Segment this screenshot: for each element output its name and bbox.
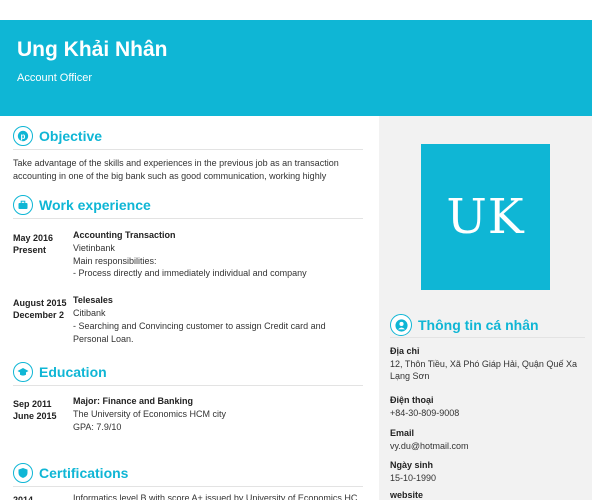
work-position: Telesales — [73, 295, 113, 305]
address-label: Địa chỉ — [390, 346, 420, 356]
education-date-end: June 2015 — [13, 411, 57, 421]
email-value: vy.du@hotmail.com — [390, 441, 469, 451]
objective-line-1: Take advantage of the skills and experie… — [13, 158, 339, 168]
education-heading: Education — [13, 362, 107, 382]
divider — [13, 149, 363, 150]
work-company: Citibank — [73, 308, 106, 318]
candidate-name: Ung Khải Nhân — [17, 38, 168, 61]
briefcase-icon — [13, 195, 33, 215]
pinterest-icon: p — [13, 126, 33, 146]
objective-title: Objective — [39, 128, 103, 144]
svg-text:p: p — [21, 132, 26, 141]
divider — [13, 218, 363, 219]
education-major: Major: Finance and Banking — [73, 396, 194, 406]
education-date-start: Sep 2011 — [13, 399, 52, 409]
email-label: Email — [390, 428, 415, 438]
certifications-heading: Certifications — [13, 463, 128, 483]
work-date-start: May 2016 — [13, 233, 54, 243]
divider — [13, 486, 363, 487]
shield-icon — [13, 463, 33, 483]
education-title: Education — [39, 364, 107, 380]
dob-label: Ngày sinh — [390, 460, 434, 470]
work-desc-line: - Process directly and immediately indiv… — [73, 268, 307, 278]
graduation-cap-icon — [13, 362, 33, 382]
phone-value: +84-30-809-9008 — [390, 408, 460, 418]
certifications-title: Certifications — [39, 465, 129, 481]
work-position: Accounting Transaction — [73, 230, 176, 240]
avatar: UK — [421, 144, 550, 290]
phone-label: Điện thoại — [390, 395, 434, 405]
personal-info-title: Thông tin cá nhân — [418, 317, 539, 333]
work-title: Work experience — [39, 197, 151, 213]
address-value-2: Lạng Sơn — [390, 371, 430, 381]
objective-heading: p Objective — [13, 126, 102, 146]
divider — [13, 385, 363, 386]
certification-date: 2014 — [13, 495, 34, 500]
dob-value: 15-10-1990 — [390, 473, 437, 483]
work-heading: Work experience — [13, 195, 151, 215]
work-desc-line: Personal Loan. — [73, 334, 134, 344]
work-date-end: December 2 — [13, 310, 65, 320]
work-date-start: August 2015 — [13, 298, 67, 308]
resume-header: Ung Khải Nhân Account Officer — [0, 20, 592, 116]
website-label: website — [390, 490, 424, 500]
work-company: Vietinbank — [73, 243, 115, 253]
personal-info-heading: Thông tin cá nhân — [390, 314, 539, 336]
candidate-role: Account Officer — [17, 72, 92, 84]
work-date-end: Present — [13, 245, 47, 255]
work-desc-line: - Searching and Convincing customer to a… — [73, 321, 326, 331]
user-icon — [390, 314, 412, 336]
certification-text: Informatics level B with score A+ issued… — [73, 493, 358, 500]
divider — [390, 337, 585, 338]
address-value: 12, Thôn Tiều, Xã Phó Giáp Hải, Quận Quế… — [390, 359, 577, 369]
objective-line-2: accounting in one of the big bank such a… — [13, 171, 327, 181]
education-school: The University of Economics HCM city — [73, 409, 227, 419]
education-gpa: GPA: 7.9/10 — [73, 422, 122, 432]
work-desc-line: Main responsibilities: — [73, 256, 157, 266]
